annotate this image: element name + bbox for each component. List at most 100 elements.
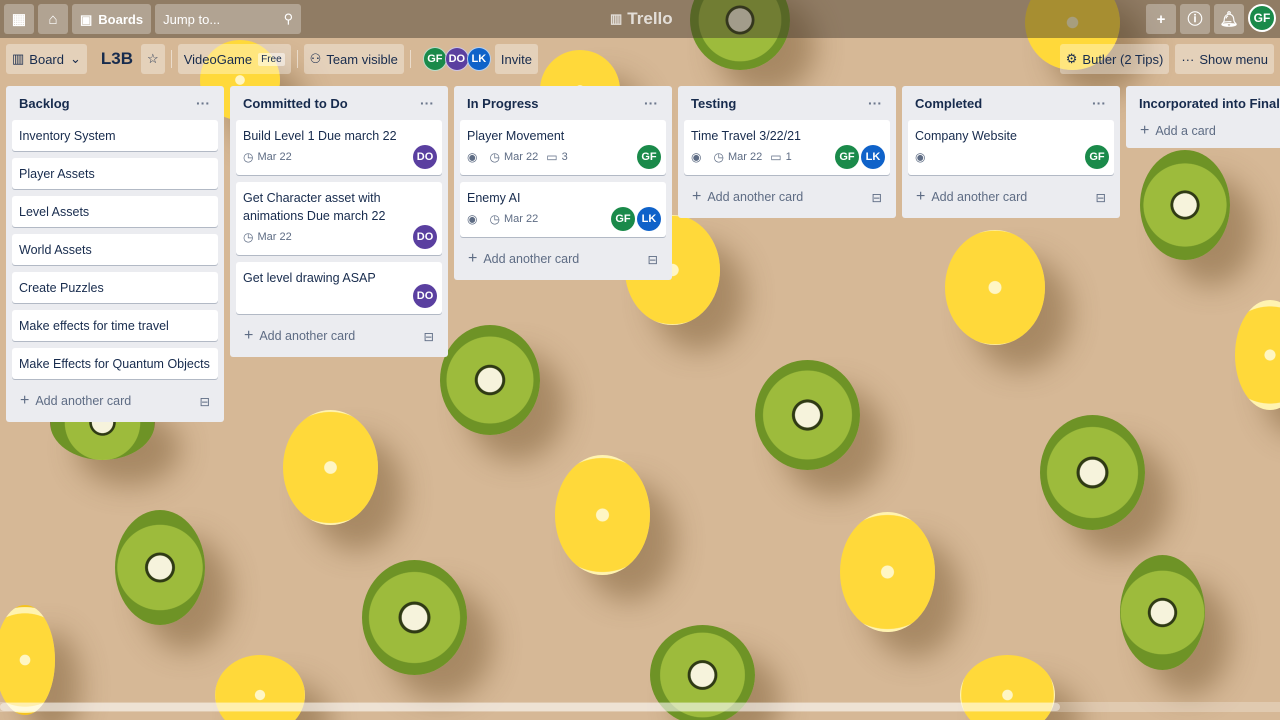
list-header[interactable]: Committed to Do ···: [236, 86, 442, 120]
list-title[interactable]: Testing: [691, 96, 736, 111]
card-template-icon[interactable]: ⊟: [200, 394, 210, 409]
add-card-button[interactable]: + Add another card ⊟: [12, 386, 218, 416]
card-member-avatar[interactable]: DO: [413, 145, 437, 169]
card-member-avatar[interactable]: DO: [413, 225, 437, 249]
list-incorporated-into-final-game: Incorporated into Final Game + Add a card: [1126, 86, 1280, 148]
card-member-avatar[interactable]: DO: [413, 284, 437, 308]
card-member-avatar[interactable]: GF: [611, 207, 635, 231]
list-menu-icon[interactable]: ···: [868, 95, 882, 111]
grid-icon: ▦: [11, 10, 27, 28]
card[interactable]: Company Website ◉ GF: [908, 120, 1114, 175]
more-icon: ···: [1181, 51, 1195, 67]
card-member-avatar[interactable]: GF: [637, 145, 661, 169]
add-card-label: Add another card: [707, 190, 804, 204]
card[interactable]: Enemy AI ◉ ◷ Mar 22 GF LK: [460, 182, 666, 237]
card-template-icon[interactable]: ⊟: [1096, 190, 1106, 205]
card[interactable]: Build Level 1 Due march 22 ◷ Mar 22 DO: [236, 120, 442, 175]
list-header[interactable]: Testing ···: [684, 86, 890, 120]
card-template-icon[interactable]: ⊟: [872, 190, 882, 205]
card[interactable]: Time Travel 3/22/21 ◉ ◷ Mar 22 ▭ 1 GF LK: [684, 120, 890, 175]
card-template-icon[interactable]: ⊟: [424, 329, 434, 344]
card[interactable]: Get level drawing ASAP DO: [236, 262, 442, 314]
card[interactable]: World Assets: [12, 234, 218, 265]
board-lists: Backlog ··· Inventory System Player Asse…: [6, 86, 1280, 422]
card-template-icon[interactable]: ⊟: [648, 252, 658, 267]
card-member-avatar[interactable]: GF: [835, 145, 859, 169]
list-in-progress: In Progress ··· Player Movement ◉ ◷ Mar 2…: [454, 86, 672, 280]
list-title[interactable]: Completed: [915, 96, 982, 111]
star-button[interactable]: ☆: [141, 44, 165, 74]
card[interactable]: Player Assets: [12, 158, 218, 189]
card[interactable]: Create Puzzles: [12, 272, 218, 303]
card[interactable]: Inventory System: [12, 120, 218, 151]
scrollbar-thumb[interactable]: [0, 703, 1060, 711]
member-avatar[interactable]: LK: [466, 47, 491, 71]
search-input[interactable]: Jump to... ⚲: [155, 4, 302, 34]
eye-icon: ◉: [467, 150, 478, 164]
butler-button[interactable]: ⚙ Butler (2 Tips): [1059, 44, 1170, 74]
clock-icon: ◷: [243, 230, 254, 244]
list-menu-icon[interactable]: ···: [196, 95, 210, 111]
card[interactable]: Get Character asset with animations Due …: [236, 182, 442, 255]
workspace-button[interactable]: VideoGame Free: [177, 44, 291, 74]
create-button[interactable]: +: [1146, 4, 1176, 34]
list-title[interactable]: In Progress: [467, 96, 539, 111]
home-button[interactable]: ⌂: [38, 4, 68, 34]
home-icon: ⌂: [48, 10, 58, 28]
board-icon: ▣: [80, 11, 93, 27]
board-title[interactable]: L3B: [93, 49, 141, 69]
list-menu-icon[interactable]: ···: [644, 95, 658, 111]
member-avatar[interactable]: DO: [444, 47, 469, 71]
show-menu-button[interactable]: ··· Show menu: [1175, 44, 1274, 74]
card-title: Get level drawing ASAP: [243, 271, 376, 285]
card-member-avatar[interactable]: LK: [637, 207, 661, 231]
apps-button[interactable]: ▦: [4, 4, 34, 34]
due-date: Mar 22: [257, 231, 292, 243]
add-card-label: Add another card: [35, 394, 132, 408]
list-header[interactable]: In Progress ···: [460, 86, 666, 120]
card-member-avatar[interactable]: LK: [861, 145, 885, 169]
list-menu-icon[interactable]: ···: [1092, 95, 1106, 111]
add-card-button[interactable]: + Add another card ⊟: [684, 182, 890, 212]
add-card-button[interactable]: + Add a card: [1132, 120, 1280, 142]
clock-icon: ◷: [489, 150, 500, 164]
card-title: Build Level 1 Due march 22: [243, 129, 397, 143]
horizontal-scrollbar[interactable]: [0, 702, 1280, 712]
list-title[interactable]: Committed to Do: [243, 96, 348, 111]
board-view-switcher[interactable]: ▥ Board ⌄: [6, 44, 87, 74]
due-date: Mar 22: [503, 151, 539, 163]
visibility-button[interactable]: ⚇ Team visible: [303, 44, 404, 74]
list-title[interactable]: Incorporated into Final Game: [1139, 96, 1280, 111]
board-header: ▥ Board ⌄ L3B ☆ VideoGame Free ⚇ Team vi…: [0, 42, 1280, 76]
add-card-button[interactable]: + Add another card ⊟: [236, 321, 442, 351]
card-member-avatar[interactable]: GF: [1085, 145, 1109, 169]
trello-logo[interactable]: ▥ Trello: [610, 9, 673, 29]
card[interactable]: Make effects for time travel: [12, 310, 218, 341]
card-title: Get Character asset with animations Due …: [243, 191, 386, 223]
card-title: Inventory System: [19, 129, 116, 143]
list-committed-to-do: Committed to Do ··· Build Level 1 Due ma…: [230, 86, 448, 357]
member-avatar[interactable]: GF: [422, 47, 447, 71]
app-name: Trello: [627, 9, 673, 28]
boards-button[interactable]: ▣ Boards: [72, 4, 152, 34]
card[interactable]: Level Assets: [12, 196, 218, 227]
notifications-button[interactable]: 🔔︎: [1214, 4, 1244, 34]
user-avatar[interactable]: GF: [1248, 4, 1276, 32]
card[interactable]: Player Movement ◉ ◷ Mar 22 ▭ 3 GF: [460, 120, 666, 175]
list-header[interactable]: Completed ···: [908, 86, 1114, 120]
list-completed: Completed ··· Company Website ◉ GF + Add …: [902, 86, 1120, 218]
info-button[interactable]: ⓘ: [1180, 4, 1210, 34]
clock-icon: ◷: [489, 212, 500, 226]
list-header[interactable]: Incorporated into Final Game: [1132, 86, 1280, 120]
list-menu-icon[interactable]: ···: [420, 95, 434, 111]
invite-button[interactable]: Invite: [494, 44, 538, 74]
add-card-button[interactable]: + Add another card ⊟: [908, 182, 1114, 212]
eye-icon: ◉: [467, 212, 478, 226]
card-title: Time Travel 3/22/21: [691, 129, 802, 143]
list-title[interactable]: Backlog: [19, 96, 70, 111]
list-header[interactable]: Backlog ···: [12, 86, 218, 120]
card[interactable]: Make Effects for Quantum Objects: [12, 348, 218, 379]
show-menu-label: Show menu: [1199, 51, 1268, 67]
card-title: Player Movement: [467, 129, 565, 143]
add-card-button[interactable]: + Add another card ⊟: [460, 244, 666, 274]
